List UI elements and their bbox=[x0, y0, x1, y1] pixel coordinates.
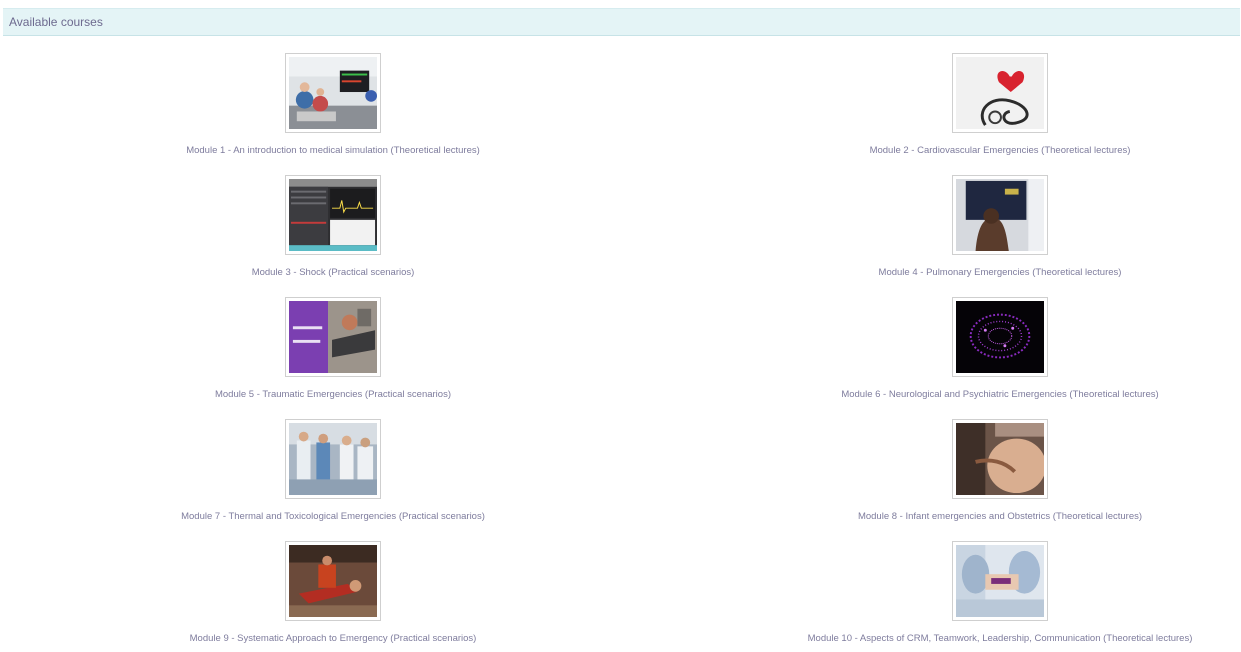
course-thumbnail[interactable] bbox=[285, 297, 381, 377]
course-thumbnail[interactable] bbox=[952, 297, 1048, 377]
course-thumbnail[interactable] bbox=[285, 419, 381, 499]
course-title[interactable]: Module 3 - Shock (Practical scenarios) bbox=[33, 267, 633, 278]
course-title[interactable]: Module 2 - Cardiovascular Emergencies (T… bbox=[700, 145, 1241, 156]
lung-xray-viewing-image bbox=[956, 179, 1044, 251]
course-title[interactable]: Module 4 - Pulmonary Emergencies (Theore… bbox=[700, 267, 1241, 278]
team-hands-image bbox=[956, 545, 1044, 617]
course-title[interactable]: Module 5 - Traumatic Emergencies (Practi… bbox=[33, 389, 633, 400]
course-thumbnail[interactable] bbox=[285, 175, 381, 255]
available-courses-header: Available courses bbox=[3, 8, 1240, 36]
course-title[interactable]: Module 8 - Infant emergencies and Obstet… bbox=[700, 511, 1241, 522]
course-thumbnail[interactable] bbox=[285, 541, 381, 621]
course-title[interactable]: Module 9 - Systematic Approach to Emerge… bbox=[33, 633, 633, 644]
course-thumbnail[interactable] bbox=[285, 53, 381, 133]
course-thumbnail[interactable] bbox=[952, 53, 1048, 133]
course-thumbnail[interactable] bbox=[952, 419, 1048, 499]
accident-victim-image bbox=[289, 545, 377, 617]
monitor-software-image bbox=[289, 179, 377, 251]
trauma-banner-image bbox=[289, 301, 377, 373]
course-title[interactable]: Module 7 - Thermal and Toxicological Eme… bbox=[33, 511, 633, 522]
brain-network-image bbox=[956, 301, 1044, 373]
course-title[interactable]: Module 6 - Neurological and Psychiatric … bbox=[700, 389, 1241, 400]
course-title[interactable]: Module 1 - An introduction to medical si… bbox=[33, 145, 633, 156]
simulation-room-image bbox=[289, 57, 377, 129]
course-thumbnail[interactable] bbox=[952, 175, 1048, 255]
pregnancy-exam-image bbox=[956, 423, 1044, 495]
course-title[interactable]: Module 10 - Aspects of CRM, Teamwork, Le… bbox=[700, 633, 1241, 644]
heart-stethoscope-image bbox=[956, 57, 1044, 129]
medical-team-image bbox=[289, 423, 377, 495]
course-thumbnail[interactable] bbox=[952, 541, 1048, 621]
section-title: Available courses bbox=[9, 15, 103, 29]
